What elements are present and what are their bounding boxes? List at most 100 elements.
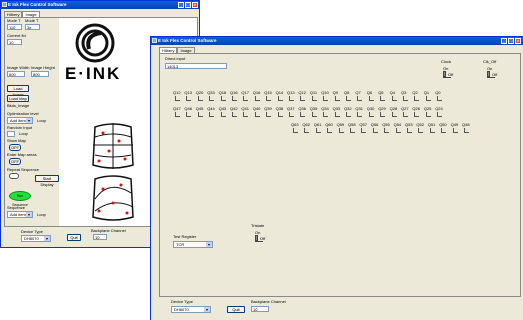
run-sequence-button[interactable]: Run Sequence (9, 191, 31, 207)
q-switch-q0[interactable]: Q0 (435, 91, 449, 103)
switch-base-icon (358, 100, 363, 101)
switch-base-icon (430, 132, 435, 133)
q-switch-label: Q16 (252, 90, 261, 95)
switch-base-icon (290, 116, 294, 117)
q-switch-label: Q35 (309, 106, 318, 111)
switch-base-icon (335, 100, 340, 101)
backplane-input[interactable]: 10 (251, 306, 269, 312)
show-map-toggle[interactable]: OFF (9, 144, 21, 151)
chevron-down-icon: ▾ (204, 307, 210, 312)
q-switch-label: Q39 (264, 106, 272, 111)
q-switch-label: Q11 (309, 90, 318, 95)
q-switch-label: Q29 (378, 106, 386, 111)
minimize-button[interactable]: _ (178, 2, 184, 8)
switch-base-icon (221, 100, 226, 101)
repeat-sequence-toggle[interactable] (9, 173, 19, 179)
close-button[interactable]: × (515, 38, 521, 44)
enter-map-areas-label: Enter Map areas (7, 152, 37, 157)
image-width-label: Image Width (7, 65, 30, 70)
device-type-label: Device Type (21, 229, 43, 234)
device-type-select[interactable]: DH8070 ▾ (21, 235, 51, 242)
backplane-input[interactable]: 10 (93, 234, 107, 240)
direct-input-label: Direct input (165, 56, 186, 61)
switch-base-icon (198, 100, 203, 101)
clk-off-label: Clk_Off (483, 59, 497, 64)
q-switch-label: Q12 (173, 90, 181, 95)
optimization-select[interactable]: Add item ▾ (7, 117, 33, 124)
load-image-button[interactable]: Load Image (7, 85, 29, 97)
switch-base-icon (305, 132, 310, 133)
q-switch-label: Q15 (264, 90, 272, 95)
map-drawing-bottom (92, 175, 134, 221)
q-switch-label: Q0 (435, 90, 441, 95)
front-titlebar: E Ink Flex Control Software _ □ × (151, 37, 523, 45)
q-switch-q48[interactable]: Q48 (462, 123, 476, 135)
q-switch-label: Q12 (298, 90, 306, 95)
sequence-select[interactable]: Add item ▾ (7, 211, 33, 218)
back-quit-button[interactable]: Quit (67, 234, 81, 241)
switch-base-icon (408, 132, 412, 133)
eink-logo-text: E·INK (65, 64, 122, 83)
q-switch-label: Q52 (416, 122, 424, 127)
chevron-down-icon: ▾ (26, 212, 32, 217)
switch-base-icon (335, 116, 340, 117)
switch-base-icon (176, 116, 180, 117)
switch-base-icon (294, 132, 298, 133)
direct-input-field[interactable]: 14013 (165, 63, 227, 69)
switch-base-icon (255, 116, 260, 117)
q-switch-label: Q18 (218, 90, 227, 95)
maximize-button[interactable]: □ (508, 38, 514, 44)
q-switch-label: Q30 (366, 106, 375, 111)
switch-base-icon (392, 116, 397, 117)
front-window: E Ink Flex Control Software _ □ × Hilber… (150, 36, 523, 320)
switch-base-icon (255, 100, 260, 101)
q-switch-label: Q10 (321, 90, 329, 95)
q-switch-label: Q17 (241, 90, 249, 95)
start-display-button[interactable]: Start Display (35, 175, 59, 187)
q-switch-label: Q36 (298, 106, 306, 111)
front-quit-button[interactable]: Quit (227, 306, 245, 313)
switch-base-icon (339, 132, 344, 133)
close-button[interactable]: × (192, 2, 198, 8)
switch-base-icon (210, 100, 215, 101)
switch-base-icon (381, 100, 386, 101)
image-height-input[interactable]: 800 (31, 71, 49, 77)
q-switch-label: Q4 (389, 90, 395, 95)
q-switch-label: Q25 (423, 106, 432, 111)
switch-base-icon (312, 116, 317, 117)
q-switch-label: Q13 (184, 90, 192, 95)
device-type-value: DH8070 (24, 236, 39, 241)
q-switch-label: Q49 (450, 122, 459, 127)
random-input[interactable] (7, 131, 15, 137)
switch-base-icon (278, 100, 283, 101)
switch-base-icon (316, 132, 321, 133)
test-register-select[interactable]: TCR ▾ (173, 241, 213, 248)
q-switch-label: Q32 (344, 106, 352, 111)
mode-b-input[interactable]: 3e (25, 24, 40, 30)
switch-base-icon (244, 100, 249, 101)
mode-b-label: Mode T (25, 18, 39, 23)
mode-a-input[interactable]: 110 (7, 24, 22, 30)
switch-base-icon (324, 100, 329, 101)
enter-map-areas-toggle[interactable]: OFF (9, 158, 21, 165)
q-switch-label: Q56 (370, 122, 379, 127)
q-switch-q24[interactable]: Q24 (435, 107, 449, 119)
q-switch-label: Q50 (439, 122, 447, 127)
tristate-switch-base (255, 241, 263, 242)
back-window-title: E Ink Flex Control Software (8, 2, 67, 7)
sequence-label: Sequence (7, 205, 26, 210)
q-switch-label: Q13 (287, 90, 295, 95)
q-switch-label: Q61 (313, 122, 322, 127)
switch-base-icon (362, 132, 367, 133)
device-type-select[interactable]: DH8070 ▾ (171, 306, 211, 313)
minimize-button[interactable]: _ (501, 38, 507, 44)
switch-base-icon (438, 116, 443, 117)
switch-base-icon (221, 116, 226, 117)
load-map-button[interactable]: Load Map (7, 95, 29, 102)
image-width-input[interactable]: 600 (7, 71, 25, 77)
current-input[interactable]: 10 (7, 39, 22, 45)
switch-base-icon (396, 132, 401, 133)
switch-base-icon (312, 100, 317, 101)
maximize-button[interactable]: □ (185, 2, 191, 8)
switch-base-icon (369, 116, 374, 117)
